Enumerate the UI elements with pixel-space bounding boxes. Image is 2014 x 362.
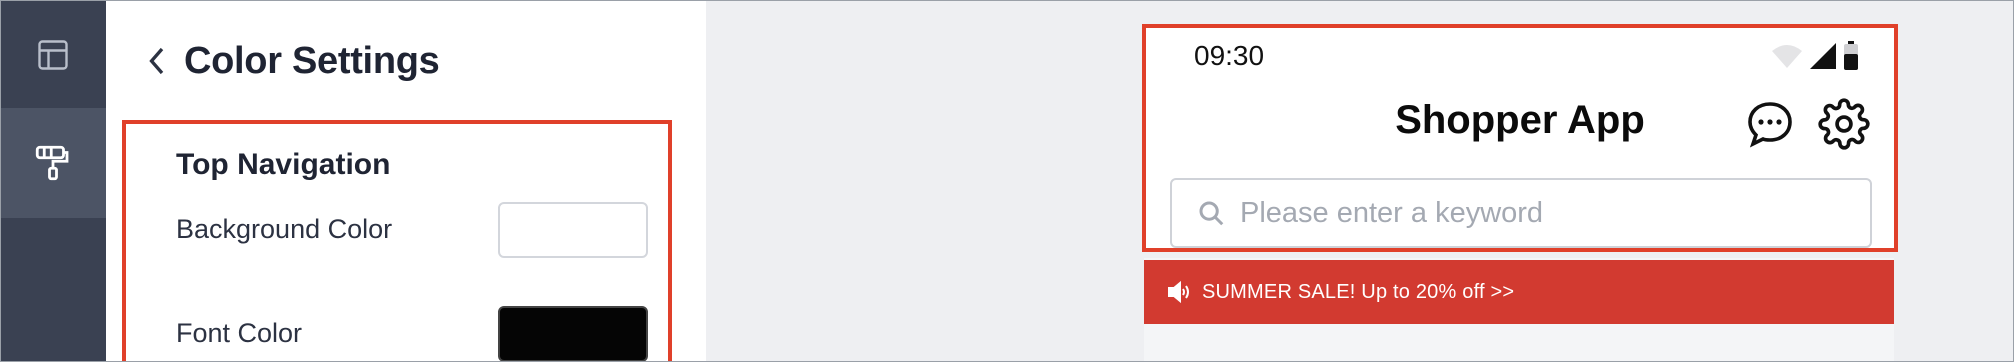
font-color-swatch[interactable]: [498, 306, 648, 362]
background-color-label: Background Color: [176, 214, 393, 244]
top-navigation-section: Top Navigation Background Color Font Col…: [122, 120, 672, 362]
status-time: 09:30: [1194, 40, 1265, 71]
search-input[interactable]: Please enter a keyword: [1170, 178, 1872, 248]
layout-icon: [38, 40, 68, 70]
preview-area: 09:30 Shopper App Please enter a keyword…: [706, 0, 2014, 362]
gear-icon: [1818, 98, 1870, 150]
promo-banner[interactable]: SUMMER SALE! Up to 20% off >>: [1144, 260, 1894, 324]
search-icon: [1199, 201, 1224, 226]
paint-roller-icon: [35, 145, 69, 181]
back-button[interactable]: [146, 41, 184, 81]
left-rail: [0, 0, 106, 362]
settings-panel: Color Settings Top Navigation Background…: [106, 0, 706, 362]
sidebar-item-color-settings[interactable]: [0, 108, 106, 218]
signal-icon: [1810, 43, 1836, 69]
wifi-icon: [1772, 45, 1802, 68]
panel-header: Color Settings: [146, 36, 440, 86]
section-title: Top Navigation: [176, 148, 391, 181]
background-color-swatch[interactable]: [498, 202, 648, 258]
search-placeholder: Please enter a keyword: [1240, 196, 1544, 229]
message-button[interactable]: [1744, 98, 1796, 150]
preview-top-navigation: 09:30 Shopper App Please enter a keyword: [1142, 24, 1898, 252]
font-color-label: Font Color: [176, 318, 303, 348]
settings-button[interactable]: [1818, 98, 1870, 150]
sidebar-item-layout[interactable]: [0, 0, 106, 110]
chevron-left-icon: [149, 47, 164, 75]
status-icons: [1770, 40, 1860, 72]
battery-icon: [1844, 41, 1858, 70]
page-title: Color Settings: [184, 39, 440, 82]
speaker-icon: [1168, 280, 1189, 304]
chat-bubble-icon: [1748, 102, 1792, 148]
banner-text: SUMMER SALE! Up to 20% off >>: [1202, 280, 1515, 303]
